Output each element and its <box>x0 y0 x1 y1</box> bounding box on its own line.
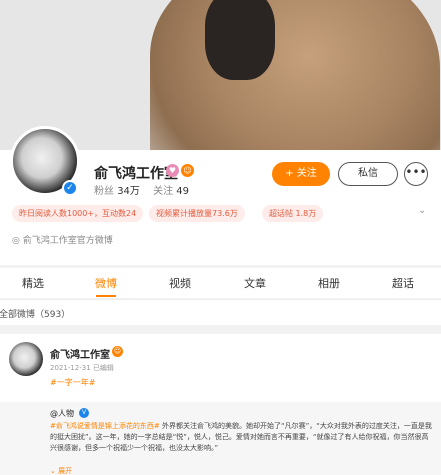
tag-read-count[interactable]: 昨日阅读人数1000+，互动数24 <box>12 205 144 222</box>
verified-icon: V <box>79 408 89 418</box>
following-count[interactable]: 49 <box>176 186 189 197</box>
follow-button[interactable]: + 关注 <box>272 162 330 186</box>
profile-stats: 粉丝 34万 关注 49 <box>94 182 199 197</box>
emoji-badge-icon: ☺ <box>112 346 123 357</box>
tab-video[interactable]: 视频 <box>169 275 191 291</box>
post-card: 俞飞鸿工作室 ☺ 2021-12-31 已编辑 #一字一年# @人物 V #俞飞… <box>0 334 441 475</box>
repost-block[interactable]: @人物 V #俞飞鸿说爱情是锦上添花的东西# 外界都关注俞飞鸿的美貌。她却开始了… <box>0 402 441 475</box>
post-avatar[interactable] <box>9 342 43 376</box>
info-icon: ◎ <box>12 236 20 246</box>
official-info: ◎ 俞飞鸿工作室官方微博 <box>12 233 113 246</box>
post-author[interactable]: 俞飞鸿工作室 <box>50 346 110 361</box>
chevron-down-icon[interactable]: ⌄ <box>418 205 426 216</box>
tab-album[interactable]: 相册 <box>318 275 340 291</box>
repost-text: #俞飞鸿说爱情是锦上添花的东西# 外界都关注俞飞鸿的美貌。她却开始了“凡尔赛”，… <box>50 421 433 454</box>
all-posts-count[interactable]: 全部微博（593） <box>0 307 70 320</box>
fans-count[interactable]: 34万 <box>117 186 140 197</box>
repost-user[interactable]: @人物 <box>50 408 74 419</box>
tag-super-topic[interactable]: 超话帖 1.8万 <box>262 205 324 222</box>
tab-featured[interactable]: 精选 <box>22 275 44 291</box>
tab-bar: 精选 微博 视频 文章 相册 超话 <box>0 268 441 298</box>
verified-icon: ✓ <box>62 180 78 196</box>
cover-figure <box>150 0 440 150</box>
message-button[interactable]: 私信 <box>338 162 398 186</box>
more-options-button[interactable]: ••• <box>404 162 428 186</box>
post-date[interactable]: 2021-12-31 <box>50 364 91 372</box>
fans-label: 粉丝 <box>94 186 114 197</box>
tag-video-plays[interactable]: 视频累计播放量73.6万 <box>149 205 245 222</box>
active-tab-indicator <box>96 295 116 297</box>
following-label: 关注 <box>153 186 174 197</box>
tab-super-topic[interactable]: 超话 <box>392 275 414 291</box>
official-label: 俞飞鸿工作室官方微博 <box>22 236 113 246</box>
profile-name: 俞飞鸿工作室 <box>94 166 178 182</box>
all-posts-bar: 全部微博（593） <box>0 299 441 325</box>
expand-link[interactable]: ⌄ 展开 <box>50 466 72 475</box>
member-icon[interactable]: ♥ <box>166 164 179 177</box>
emoji-badge-icon[interactable]: ☺ <box>181 164 194 177</box>
tab-weibo[interactable]: 微博 <box>95 275 117 291</box>
repost-hashtag[interactable]: #俞飞鸿说爱情是锦上添花的东西# <box>50 422 160 430</box>
tab-articles[interactable]: 文章 <box>244 275 266 291</box>
cover-image <box>0 0 441 150</box>
cover-hair <box>205 0 275 80</box>
post-edited: 已编辑 <box>92 364 114 372</box>
post-topic[interactable]: #一字一年# <box>50 377 95 388</box>
post-meta: 2021-12-31 已编辑 <box>50 363 114 373</box>
